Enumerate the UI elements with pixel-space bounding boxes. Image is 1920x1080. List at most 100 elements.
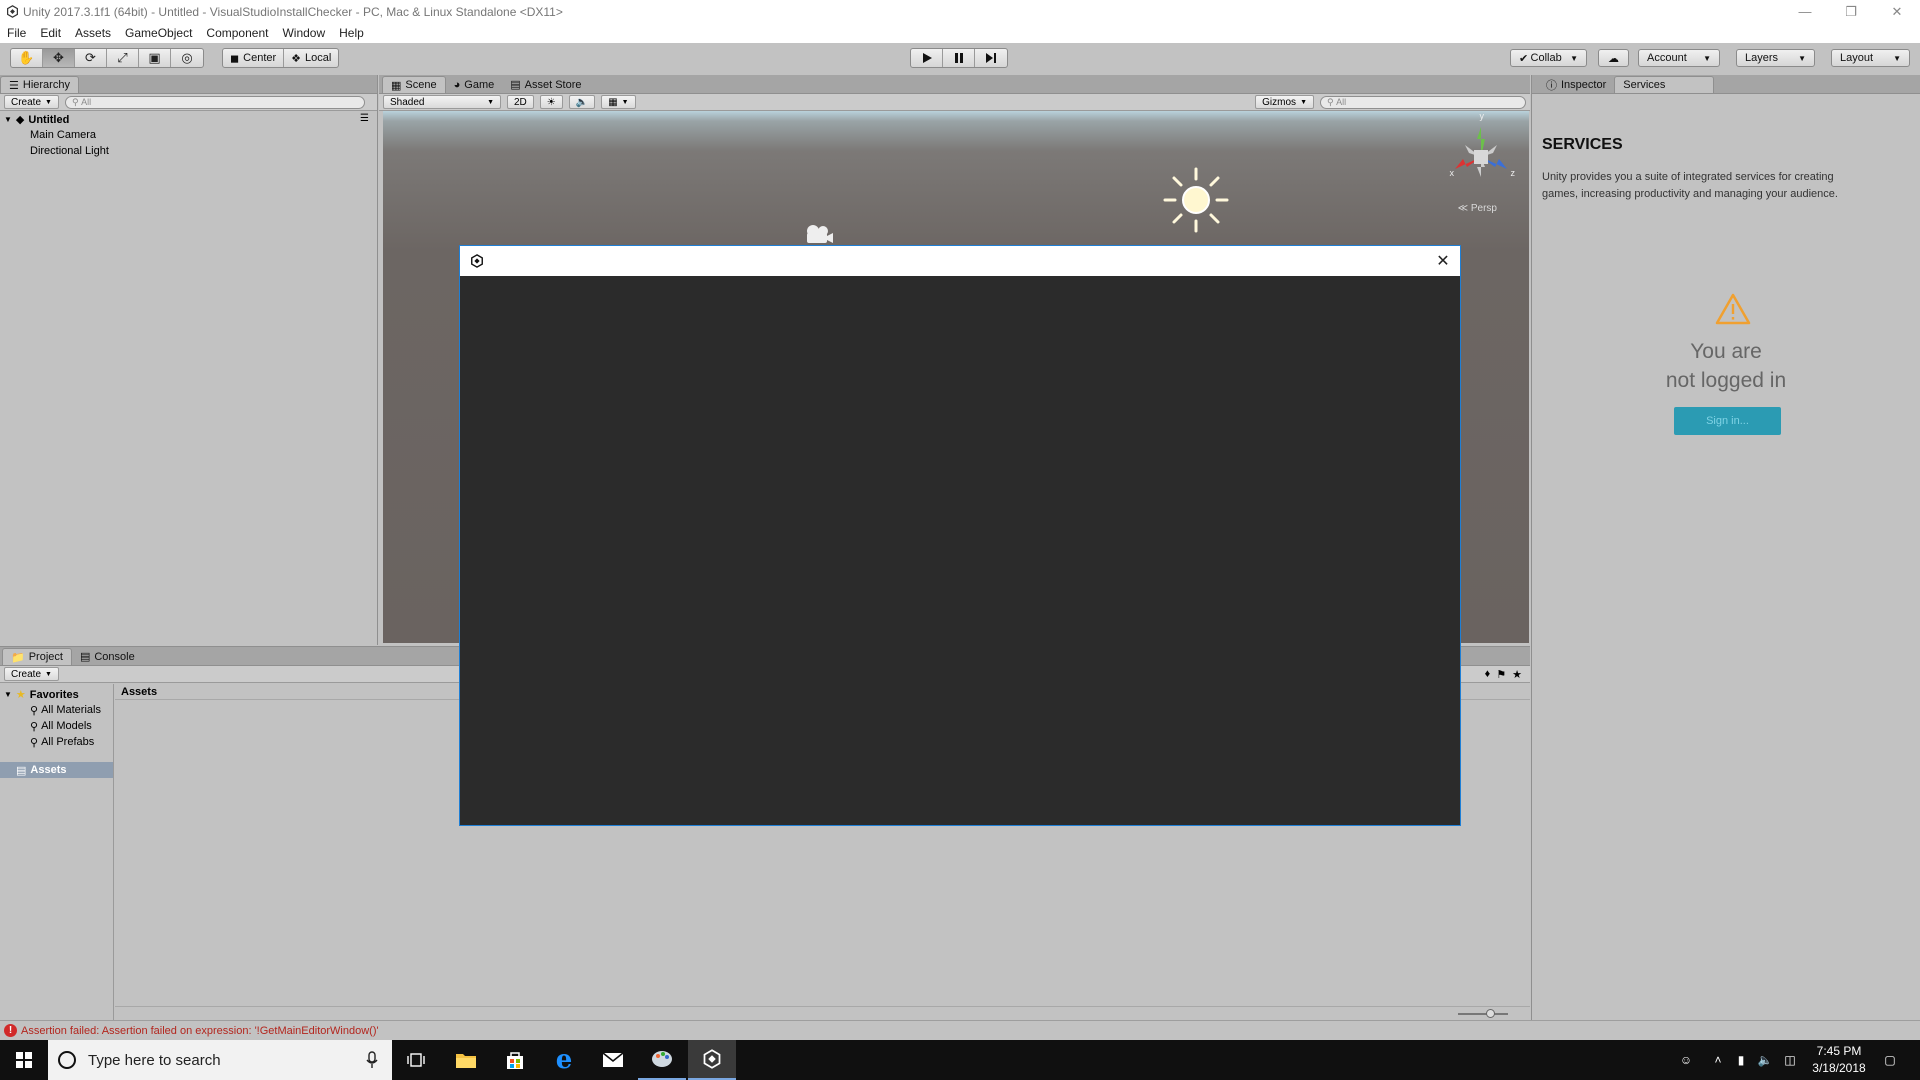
- modal-close-button[interactable]: ✕: [1432, 251, 1454, 271]
- favorite-all-models[interactable]: ⚲ All Models: [30, 720, 92, 733]
- unity-taskbar-button[interactable]: [688, 1040, 736, 1080]
- pause-button[interactable]: [943, 49, 975, 67]
- hierarchy-panel: ☰ Hierarchy Create ▼ ⚲ All ▼ ◆ Untitled ☰ …: [0, 75, 378, 645]
- restore-button[interactable]: ❐: [1828, 0, 1874, 23]
- effects-dropdown[interactable]: ▦ ▼: [601, 95, 636, 109]
- tab-project[interactable]: 📁 Project: [2, 648, 72, 665]
- hierarchy-search-input[interactable]: ⚲ All: [64, 95, 365, 109]
- tab-scene[interactable]: ▦ Scene: [382, 76, 446, 93]
- transform-tool-button[interactable]: ◎: [171, 49, 203, 67]
- camera-gizmo-icon[interactable]: [801, 223, 835, 247]
- axis-x-label: x: [1449, 168, 1455, 178]
- favorites-label: Favorites: [29, 688, 79, 701]
- slider-thumb[interactable]: [1486, 1009, 1495, 1018]
- pivot-local-button[interactable]: ❖ Local: [284, 49, 338, 67]
- tab-services[interactable]: Services: [1614, 76, 1715, 93]
- menu-edit[interactable]: Edit: [33, 26, 68, 40]
- search-placeholder: All: [81, 97, 92, 107]
- menu-gameobject[interactable]: GameObject: [118, 26, 199, 40]
- gizmos-dropdown[interactable]: Gizmos ▼: [1255, 95, 1314, 109]
- task-view-button[interactable]: [392, 1040, 440, 1080]
- orientation-gizmo[interactable]: [1441, 117, 1521, 197]
- tab-game-label: Game: [464, 78, 495, 91]
- scene-search-input[interactable]: ⚲ All: [1320, 95, 1526, 109]
- services-content: SERVICES Unity provides you a suite of i…: [1532, 94, 1920, 1020]
- rect-tool-button[interactable]: ▣: [139, 49, 171, 67]
- layout-dropdown[interactable]: Layout ▼: [1831, 49, 1910, 67]
- paint-app-button[interactable]: [638, 1040, 686, 1080]
- hierarchy-item-directional-light[interactable]: Directional Light: [30, 145, 109, 157]
- favorites-node[interactable]: ▼ ★ Favorites: [4, 688, 79, 702]
- project-create-dropdown[interactable]: Create ▼: [4, 667, 59, 681]
- edge-button[interactable]: e: [540, 1040, 588, 1080]
- layers-dropdown[interactable]: Layers ▼: [1736, 49, 1815, 67]
- window-title: Unity 2017.3.1f1 (64bit) - Untitled - Vi…: [23, 4, 563, 19]
- people-icon[interactable]: ☺: [1672, 1040, 1700, 1080]
- hierarchy-subbar: Create ▼ ⚲ All: [0, 94, 377, 111]
- console-icon: ▤: [79, 651, 91, 663]
- taskbar-clock[interactable]: 7:45 PM 3/18/2018: [1804, 1043, 1874, 1077]
- hierarchy-create-dropdown[interactable]: Create ▼: [4, 95, 59, 109]
- light-sun-icon[interactable]: [1161, 165, 1231, 235]
- icon-size-slider[interactable]: [1458, 1009, 1508, 1018]
- scene-options-icon[interactable]: ☰: [360, 113, 369, 124]
- menu-help[interactable]: Help: [332, 26, 371, 40]
- menu-assets[interactable]: Assets: [68, 26, 118, 40]
- move-icon: ✥: [53, 50, 64, 65]
- collab-dropdown[interactable]: ✔ Collab ▼: [1510, 49, 1587, 67]
- scene-root-item[interactable]: ▼ ◆ Untitled: [4, 113, 69, 127]
- pivot-center-button[interactable]: ◼ Center: [223, 49, 285, 67]
- move-tool-button[interactable]: ✥: [43, 49, 75, 67]
- menu-component[interactable]: Component: [199, 26, 275, 40]
- search-icon: ⚲: [1327, 96, 1334, 107]
- tab-inspector[interactable]: ⓘ Inspector: [1538, 76, 1614, 93]
- filter-type-icon[interactable]: ♦: [1485, 668, 1491, 680]
- volume-icon[interactable]: 🔈: [1753, 1040, 1777, 1080]
- pivot-icon: ◼: [230, 52, 240, 65]
- tab-asset-store[interactable]: ▤ Asset Store: [502, 76, 589, 93]
- chevron-up-icon[interactable]: ˄: [1708, 1040, 1728, 1080]
- toggle-2d-button[interactable]: 2D: [507, 95, 534, 109]
- sign-in-button[interactable]: Sign in...: [1674, 407, 1781, 435]
- audio-toggle-button[interactable]: 🔈: [568, 95, 596, 109]
- network-icon[interactable]: ◫: [1778, 1040, 1802, 1080]
- minimize-button[interactable]: —: [1782, 0, 1828, 23]
- file-explorer-button[interactable]: [442, 1040, 490, 1080]
- perspective-toggle[interactable]: ≪ Persp: [1458, 203, 1497, 214]
- favorite-all-materials[interactable]: ⚲ All Materials: [30, 704, 101, 717]
- scale-tool-button[interactable]: ⤢: [107, 49, 139, 67]
- tab-game[interactable]: ◕ Game: [446, 76, 503, 93]
- start-button[interactable]: [0, 1040, 48, 1080]
- menu-file[interactable]: File: [0, 26, 33, 40]
- cloud-button[interactable]: ☁: [1598, 49, 1629, 67]
- close-window-button[interactable]: ✕: [1874, 0, 1920, 23]
- status-message[interactable]: Assertion failed: Assertion failed on ex…: [21, 1025, 379, 1037]
- store-button[interactable]: [491, 1040, 539, 1080]
- hand-icon: ✋: [18, 50, 35, 65]
- battery-icon[interactable]: ▮: [1730, 1040, 1752, 1080]
- account-dropdown[interactable]: Account ▼: [1638, 49, 1720, 67]
- rotate-tool-button[interactable]: ⟳: [75, 49, 107, 67]
- create-label: Create: [11, 668, 42, 680]
- scene-tabbar: ▦ Scene ◕ Game ▤ Asset Store: [379, 75, 1530, 94]
- menu-window[interactable]: Window: [275, 26, 332, 40]
- play-button[interactable]: [911, 49, 943, 67]
- hierarchy-item-main-camera[interactable]: Main Camera: [30, 129, 96, 141]
- star-icon[interactable]: ★: [1512, 668, 1522, 681]
- chevron-down-icon: ▼: [1893, 53, 1901, 63]
- tab-hierarchy[interactable]: ☰ Hierarchy: [0, 76, 79, 93]
- mail-button[interactable]: [589, 1040, 637, 1080]
- taskbar-search-input[interactable]: Type here to search: [48, 1040, 392, 1080]
- step-button[interactable]: [975, 49, 1007, 67]
- assets-folder-node[interactable]: ▤ Assets: [0, 762, 113, 778]
- hand-tool-button[interactable]: ✋: [11, 49, 43, 67]
- label-icon[interactable]: ⚑: [1496, 668, 1506, 681]
- palette-icon: [652, 1051, 672, 1067]
- notifications-icon[interactable]: ▢: [1870, 1040, 1910, 1080]
- favorite-all-prefabs[interactable]: ⚲ All Prefabs: [30, 736, 94, 749]
- lighting-toggle-button[interactable]: ☀: [539, 95, 563, 109]
- tab-console[interactable]: ▤ Console: [72, 648, 143, 665]
- warning-icon: [1715, 293, 1751, 325]
- shading-dropdown[interactable]: Shaded ▼: [383, 95, 501, 109]
- layout-label: Layout: [1840, 52, 1874, 64]
